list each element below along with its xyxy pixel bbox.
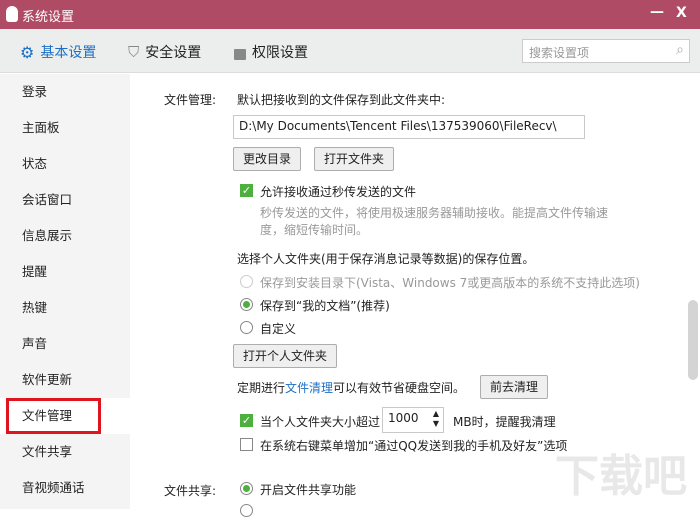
- settings-tabs: ⚙ 基本设置 ⛉ 安全设置 权限设置 搜索设置项 ⌕: [0, 29, 700, 73]
- cleanup-text: 定期进行文件清理可以有效节省硬盘空间。: [237, 379, 465, 396]
- section-label-file-management: 文件管理:: [164, 93, 217, 107]
- radio-my-documents[interactable]: [240, 298, 253, 311]
- lock-icon: [234, 48, 246, 60]
- fast-transfer-desc: 秒传发送的文件，将使用极速服务器辅助接收。能提高文件传输速: [260, 206, 609, 220]
- fast-transfer-desc-2: 度，缩短传输时间。: [260, 223, 369, 237]
- radio-enable-file-sharing[interactable]: [240, 482, 253, 495]
- size-limit-value: 1000: [388, 411, 419, 425]
- sidebar-item-info-display[interactable]: 信息展示: [0, 218, 130, 254]
- change-directory-button[interactable]: 更改目录: [233, 147, 302, 171]
- minimize-button[interactable]: —: [650, 4, 664, 20]
- file-cleanup-link[interactable]: 文件清理: [285, 381, 333, 395]
- shield-icon: ⛉: [128, 43, 140, 61]
- sidebar-item-av-call[interactable]: 音视频通话: [0, 470, 130, 506]
- search-icon[interactable]: ⌕: [676, 42, 684, 58]
- window-title: 系统设置: [22, 10, 75, 25]
- tab-label: 基本设置: [40, 45, 97, 61]
- tab-security-settings[interactable]: ⛉ 安全设置: [128, 42, 201, 62]
- enable-file-sharing-label: 开启文件共享功能: [260, 483, 357, 497]
- radio-my-documents-label: 保存到“我的文档”(推荐): [260, 299, 390, 313]
- scrollbar[interactable]: [686, 74, 700, 509]
- sidebar-item-hotkeys[interactable]: 热键: [0, 290, 130, 326]
- tab-label: 权限设置: [252, 45, 308, 61]
- sidebar: 登录 主面板 状态 会话窗口 信息展示 提醒 热键 声音 软件更新 文件管理 文…: [0, 74, 130, 509]
- open-folder-button[interactable]: 打开文件夹: [314, 147, 395, 171]
- title-bar: 系统设置 — X: [0, 0, 700, 29]
- context-menu-checkbox[interactable]: [240, 438, 253, 451]
- size-warning-checkbox[interactable]: ✓: [240, 414, 253, 427]
- radio-install-dir[interactable]: [240, 275, 253, 288]
- search-input[interactable]: 搜索设置项 ⌕: [522, 39, 690, 63]
- sidebar-item-software-update[interactable]: 软件更新: [0, 362, 130, 398]
- sidebar-item-chat-window[interactable]: 会话窗口: [0, 182, 130, 218]
- watermark: 下载吧: [555, 451, 687, 502]
- size-warning-suffix: MB时，提醒我清理: [453, 415, 556, 429]
- search-placeholder: 搜索设置项: [529, 46, 590, 60]
- size-limit-stepper[interactable]: 1000 ▲ ▼: [382, 407, 444, 433]
- gear-icon: ⚙: [20, 42, 35, 62]
- radio-custom[interactable]: [240, 321, 253, 334]
- highlight-box: [6, 398, 101, 434]
- radio-install-dir-label: 保存到安装目录下(Vista、Windows 7或更高版本的系统不支持此选项): [260, 276, 640, 290]
- receive-folder-path-input[interactable]: D:\My Documents\Tencent Files\137539060\…: [233, 115, 585, 139]
- sidebar-item-status[interactable]: 状态: [0, 146, 130, 182]
- default-folder-desc: 默认把接收到的文件保存到此文件夹中:: [237, 93, 446, 107]
- sidebar-item-main-panel[interactable]: 主面板: [0, 110, 130, 146]
- radio-custom-label: 自定义: [260, 322, 297, 336]
- allow-fast-transfer-label: 允许接收通过秒传发送的文件: [260, 185, 417, 199]
- personal-folder-title: 选择个人文件夹(用于保存消息记录等数据)的保存位置。: [237, 252, 535, 266]
- qq-logo-icon: [6, 6, 18, 22]
- sidebar-item-reminders[interactable]: 提醒: [0, 254, 130, 290]
- section-label-file-sharing: 文件共享:: [164, 484, 217, 498]
- open-personal-folder-button[interactable]: 打开个人文件夹: [233, 344, 338, 368]
- radio-disable-file-sharing[interactable]: [240, 504, 253, 517]
- tab-label: 安全设置: [145, 45, 202, 61]
- sidebar-item-file-sharing[interactable]: 文件共享: [0, 434, 130, 470]
- size-warning-label: 当个人文件夹大小超过: [260, 415, 381, 429]
- sidebar-item-login[interactable]: 登录: [0, 74, 130, 110]
- scrollbar-thumb[interactable]: [688, 300, 698, 380]
- tab-permission-settings[interactable]: 权限设置: [234, 42, 308, 62]
- close-button[interactable]: X: [676, 5, 687, 21]
- cleanup-text-pre: 定期进行: [237, 381, 286, 395]
- go-cleanup-button[interactable]: 前去清理: [480, 375, 549, 399]
- tab-basic-settings[interactable]: ⚙ 基本设置: [20, 42, 96, 62]
- stepper-arrows-icon[interactable]: ▲ ▼: [433, 409, 439, 429]
- sidebar-item-sound[interactable]: 声音: [0, 326, 130, 362]
- allow-fast-transfer-checkbox[interactable]: ✓: [240, 184, 253, 197]
- cleanup-text-post: 可以有效节省硬盘空间。: [333, 381, 466, 395]
- context-menu-label: 在系统右键菜单增加“通过QQ发送到我的手机及好友”选项: [260, 439, 568, 453]
